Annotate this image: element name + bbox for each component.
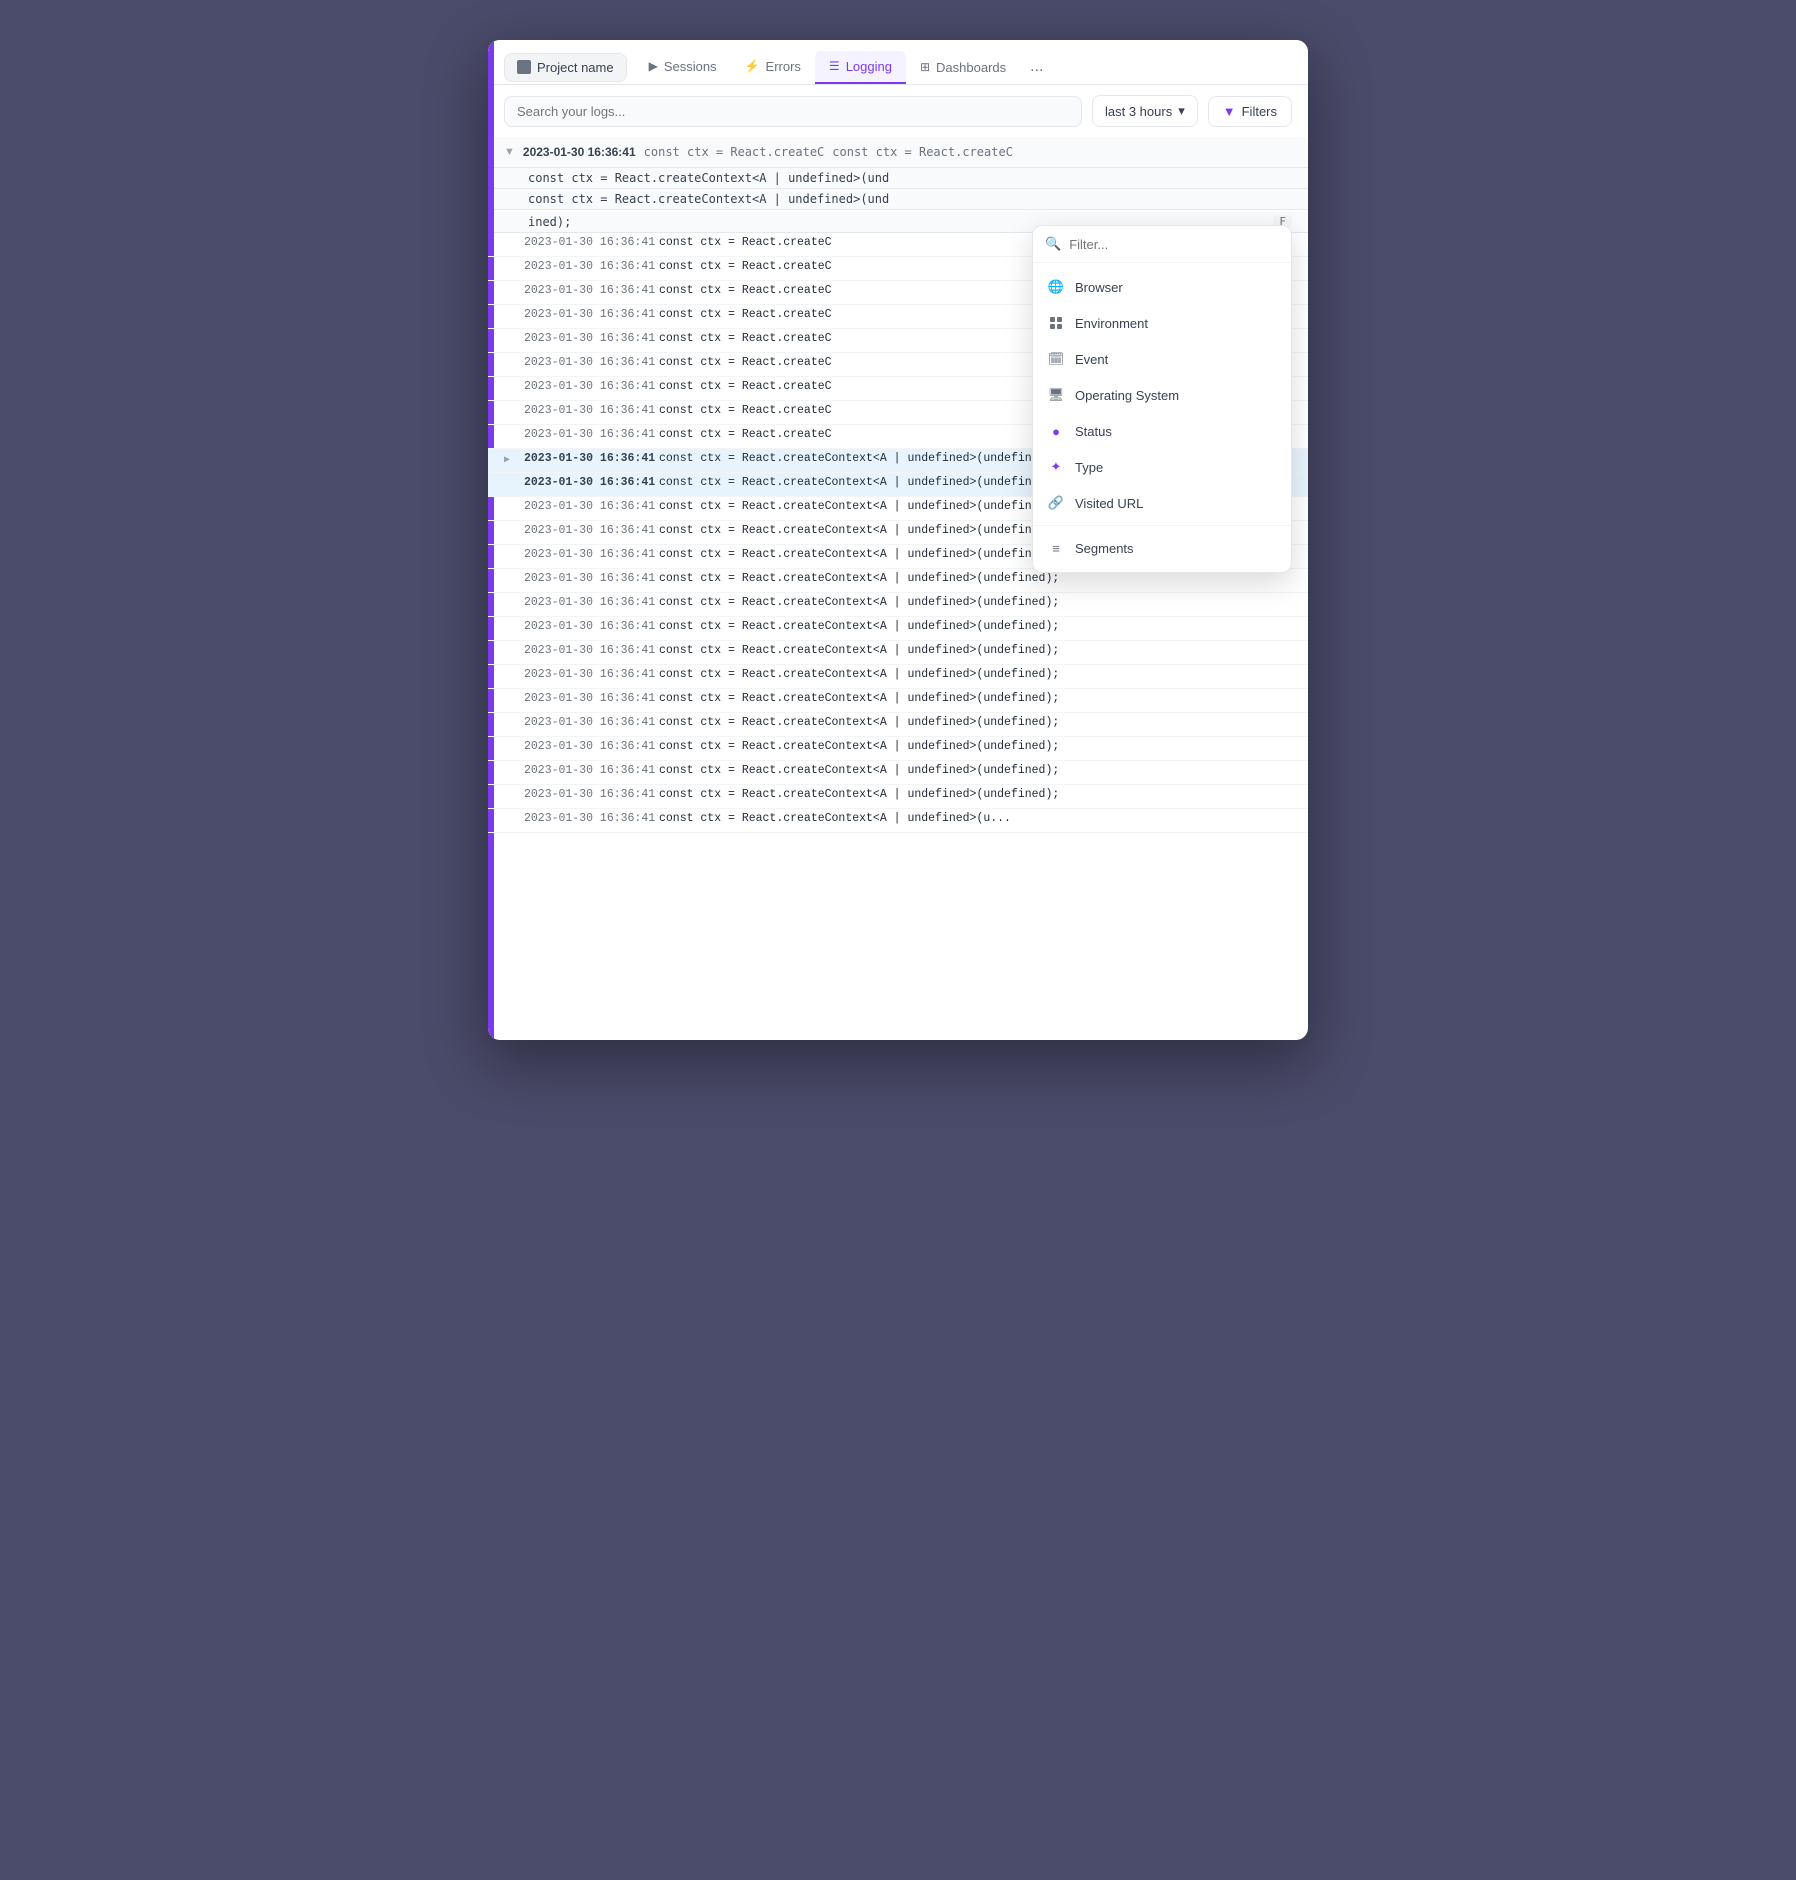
log-row[interactable]: 2023-01-30 16:36:41 const ctx = React.cr… — [488, 689, 1308, 713]
log-row[interactable]: 2023-01-30 16:36:41 const ctx = React.cr… — [488, 809, 1308, 833]
status-label: Status — [1075, 424, 1112, 439]
project-label: Project name — [537, 60, 614, 75]
browser-label: Browser — [1075, 280, 1123, 295]
sessions-icon: ▶ — [649, 59, 658, 73]
dropdown-item-visited-url[interactable]: 🔗 Visited URL — [1033, 485, 1291, 521]
logging-icon: ☰ — [829, 59, 840, 73]
dropdown-items: 🌐 Browser Environment 🗓 Event — [1033, 263, 1291, 572]
project-button[interactable]: Project name — [504, 53, 627, 82]
logging-tab-label: Logging — [846, 59, 892, 74]
segments-icon: ≡ — [1047, 539, 1065, 557]
visited-url-label: Visited URL — [1075, 496, 1143, 511]
log-row[interactable]: 2023-01-30 16:36:41 const ctx = React.cr… — [488, 665, 1308, 689]
dropdown-item-operating-system[interactable]: 🖥 Operating System — [1033, 377, 1291, 413]
project-icon — [517, 60, 531, 74]
tab-dashboards[interactable]: ⊞ Dashboards — [906, 52, 1020, 83]
dashboards-tab-label: Dashboards — [936, 60, 1006, 75]
tab-errors[interactable]: ⚡ Errors — [731, 51, 815, 84]
event-label: Event — [1075, 352, 1108, 367]
errors-icon: ⚡ — [745, 59, 760, 73]
header-code-line-2: const ctx = React.createContext<A | unde… — [488, 168, 1308, 189]
log-row[interactable]: 2023-01-30 16:36:41 const ctx = React.cr… — [488, 593, 1308, 617]
header-timestamp: 2023-01-30 16:36:41 — [523, 145, 636, 159]
filter-search-input[interactable] — [1069, 237, 1279, 252]
log-row[interactable]: 2023-01-30 16:36:41 const ctx = React.cr… — [488, 641, 1308, 665]
app-window: Project name ▶ Sessions ⚡ Errors ☰ Loggi… — [488, 40, 1308, 1040]
header-code-line-3: const ctx = React.createContext<A | unde… — [488, 189, 1308, 210]
dropdown-divider — [1033, 525, 1291, 526]
toolbar: last 3 hours ▾ ▼ Filters — [488, 85, 1308, 137]
log-row[interactable]: 2023-01-30 16:36:41 const ctx = React.cr… — [488, 761, 1308, 785]
header-code-1: const ctx = React.createC — [644, 145, 825, 159]
segments-label-text: Segments — [1075, 541, 1134, 556]
status-icon: ● — [1047, 422, 1065, 440]
dropdown-item-browser[interactable]: 🌐 Browser — [1033, 269, 1291, 305]
search-input[interactable] — [504, 96, 1082, 127]
search-input-wrap — [504, 96, 1082, 127]
sessions-tab-label: Sessions — [664, 59, 717, 74]
errors-tab-label: Errors — [766, 59, 801, 74]
dropdown-search-wrap: 🔍 — [1033, 226, 1291, 263]
os-label: Operating System — [1075, 388, 1179, 403]
log-row[interactable]: 2023-01-30 16:36:41 const ctx = React.cr… — [488, 713, 1308, 737]
expand-icon: ▼ — [504, 146, 515, 158]
filters-button[interactable]: ▼ Filters — [1208, 96, 1292, 127]
dropdown-item-status[interactable]: ● Status — [1033, 413, 1291, 449]
dashboards-icon: ⊞ — [920, 60, 930, 74]
log-row[interactable]: 2023-01-30 16:36:41 const ctx = React.cr… — [488, 737, 1308, 761]
chevron-down-icon: ▾ — [1178, 103, 1185, 119]
log-header-row[interactable]: ▼ 2023-01-30 16:36:41 const ctx = React.… — [488, 137, 1308, 168]
time-range-label: last 3 hours — [1105, 104, 1172, 119]
filter-search-icon: 🔍 — [1045, 236, 1061, 252]
header-code-2: const ctx = React.createC — [832, 145, 1013, 159]
type-icon: ✦ — [1047, 458, 1065, 476]
dropdown-item-event[interactable]: 🗓 Event — [1033, 341, 1291, 377]
log-row[interactable]: 2023-01-30 16:36:41 const ctx = React.cr… — [488, 617, 1308, 641]
environment-label: Environment — [1075, 316, 1148, 331]
type-label: Type — [1075, 460, 1103, 475]
environment-icon — [1047, 314, 1065, 332]
log-row[interactable]: 2023-01-30 16:36:41 const ctx = React.cr… — [488, 785, 1308, 809]
filter-icon: ▼ — [1223, 104, 1236, 119]
visited-url-icon: 🔗 — [1047, 494, 1065, 512]
more-menu-button[interactable]: ... — [1020, 50, 1053, 84]
filter-dropdown: 🔍 🌐 Browser Environment — [1032, 225, 1292, 573]
tab-logging[interactable]: ☰ Logging — [815, 51, 906, 84]
dropdown-item-environment[interactable]: Environment — [1033, 305, 1291, 341]
top-bar: Project name ▶ Sessions ⚡ Errors ☰ Loggi… — [488, 40, 1308, 85]
dropdown-item-segments[interactable]: ≡ Segments — [1033, 530, 1291, 566]
time-range-select[interactable]: last 3 hours ▾ — [1092, 95, 1198, 127]
nav-tabs: ▶ Sessions ⚡ Errors ☰ Logging ⊞ Dashboar… — [635, 50, 1292, 84]
expand-btn[interactable]: ▶ — [504, 454, 520, 466]
filters-label: Filters — [1242, 104, 1277, 119]
browser-icon: 🌐 — [1047, 278, 1065, 296]
tab-sessions[interactable]: ▶ Sessions — [635, 51, 731, 84]
event-icon: 🗓 — [1047, 350, 1065, 368]
dropdown-item-type[interactable]: ✦ Type — [1033, 449, 1291, 485]
os-icon: 🖥 — [1047, 386, 1065, 404]
